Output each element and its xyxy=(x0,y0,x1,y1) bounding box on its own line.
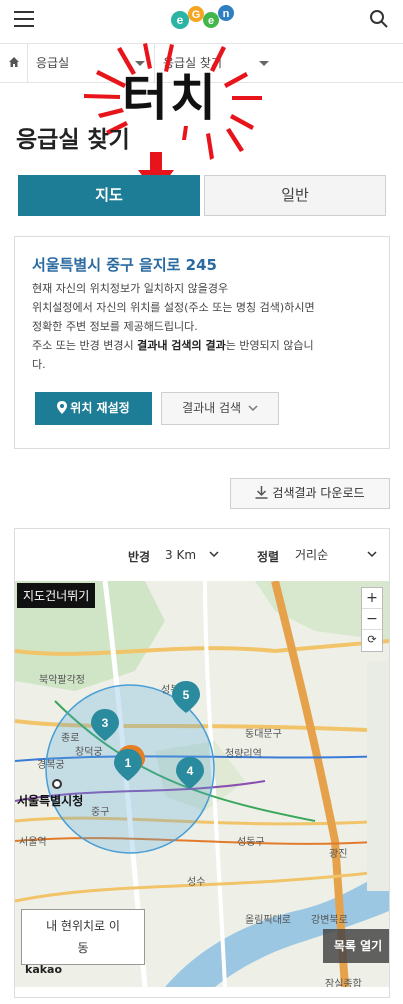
help-line-3: 정확한 주변 정보를 제공해드립니다. xyxy=(32,320,198,333)
help-line-1: 현재 자신의 위치정보가 일치하지 않을경우 xyxy=(32,282,229,295)
download-results-button[interactable]: 검색결과 다운로드 xyxy=(230,478,390,509)
help-line-4-post: 는 반영되지 않습니 xyxy=(225,339,314,352)
current-location-button[interactable]: 내 현위치로 이 동 xyxy=(21,909,145,965)
map-pin-icon xyxy=(57,401,68,414)
radius-select[interactable]: 3 Km xyxy=(161,540,223,570)
current-location-label-2: 동 xyxy=(77,941,89,955)
map-panel: 반경 3 Km 정렬 거리순 북악팔각정 종로 창덕궁 경복궁 서울특별시청 중… xyxy=(14,528,390,998)
sort-select[interactable]: 거리순 xyxy=(291,540,381,570)
location-help-text: 현재 자신의 위치정보가 일치하지 않을경우 위치설정에서 자신의 위치를 설정… xyxy=(32,279,384,374)
reset-location-button[interactable]: 위치 재설정 xyxy=(35,392,152,425)
marker-4[interactable]: 4 xyxy=(176,757,204,789)
radius-select-value: 3 Km xyxy=(165,548,197,562)
marker-1-label: 1 xyxy=(125,756,132,770)
marker-5[interactable]: 5 xyxy=(172,681,200,713)
help-line-4-bold: 결과내 검색의 결과 xyxy=(137,339,226,352)
zoom-out-button[interactable]: − xyxy=(362,609,382,630)
tab-map[interactable]: 지도 xyxy=(18,175,200,216)
reset-location-label: 위치 재설정 xyxy=(70,401,130,415)
location-info-box: 서울특별시 중구 을지로 245 현재 자신의 위치정보가 일치하지 않을경우 … xyxy=(14,236,390,449)
filter-results-label: 결과내 검색 xyxy=(182,401,242,415)
zoom-reset-button[interactable]: ⟳ xyxy=(362,630,382,651)
help-line-4: 주소 또는 반경 변경시 결과내 검색의 결과는 반영되지 않습니 xyxy=(32,336,384,355)
page-title: 응급실 찾기 xyxy=(16,127,130,153)
help-line-5: 다. xyxy=(32,358,46,371)
skip-map-button[interactable]: 지도건너뛰기 xyxy=(17,583,96,608)
chevron-down-icon xyxy=(367,551,377,558)
sort-select-value: 거리순 xyxy=(295,548,329,562)
download-results-label: 검색결과 다운로드 xyxy=(272,486,365,500)
marker-4-label: 4 xyxy=(187,764,194,778)
zoom-in-button[interactable]: + xyxy=(362,588,382,609)
chevron-down-icon xyxy=(248,405,258,412)
marker-3[interactable]: 3 xyxy=(91,709,119,741)
sort-label: 정렬 xyxy=(257,550,280,564)
download-icon xyxy=(255,486,268,499)
chevron-down-icon xyxy=(209,551,219,558)
current-address: 서울특별시 중구 을지로 245 xyxy=(32,256,217,274)
marker-3-label: 3 xyxy=(102,716,109,730)
touch-annotation-text: 터치 xyxy=(122,69,218,127)
radius-label: 반경 xyxy=(128,550,151,564)
help-line-2: 위치설정에서 자신의 위치를 설정(주소 또는 명칭 검색)하시면 xyxy=(32,301,315,314)
marker-5-label: 5 xyxy=(183,688,190,702)
map-view[interactable]: 북악팔각정 종로 창덕궁 경복궁 서울특별시청 중구 서울역 성북 동대문구 청… xyxy=(15,581,389,987)
kakao-logo: kakao xyxy=(25,963,63,976)
marker-1[interactable]: 1 xyxy=(114,749,142,781)
help-line-4-pre: 주소 또는 반경 변경시 xyxy=(32,339,138,352)
current-location-label-1: 내 현위치로 이 xyxy=(46,919,120,933)
page: e G e n 응급실 응급실 찾기 터치 응급실 찾기 지도 일반 서울특별시… xyxy=(0,0,403,1004)
filter-results-button[interactable]: 결과내 검색 xyxy=(161,392,279,425)
tab-general[interactable]: 일반 xyxy=(204,175,386,216)
open-list-button[interactable]: 목록 열기 xyxy=(323,929,389,963)
zoom-controls: + − ⟳ xyxy=(361,587,383,652)
